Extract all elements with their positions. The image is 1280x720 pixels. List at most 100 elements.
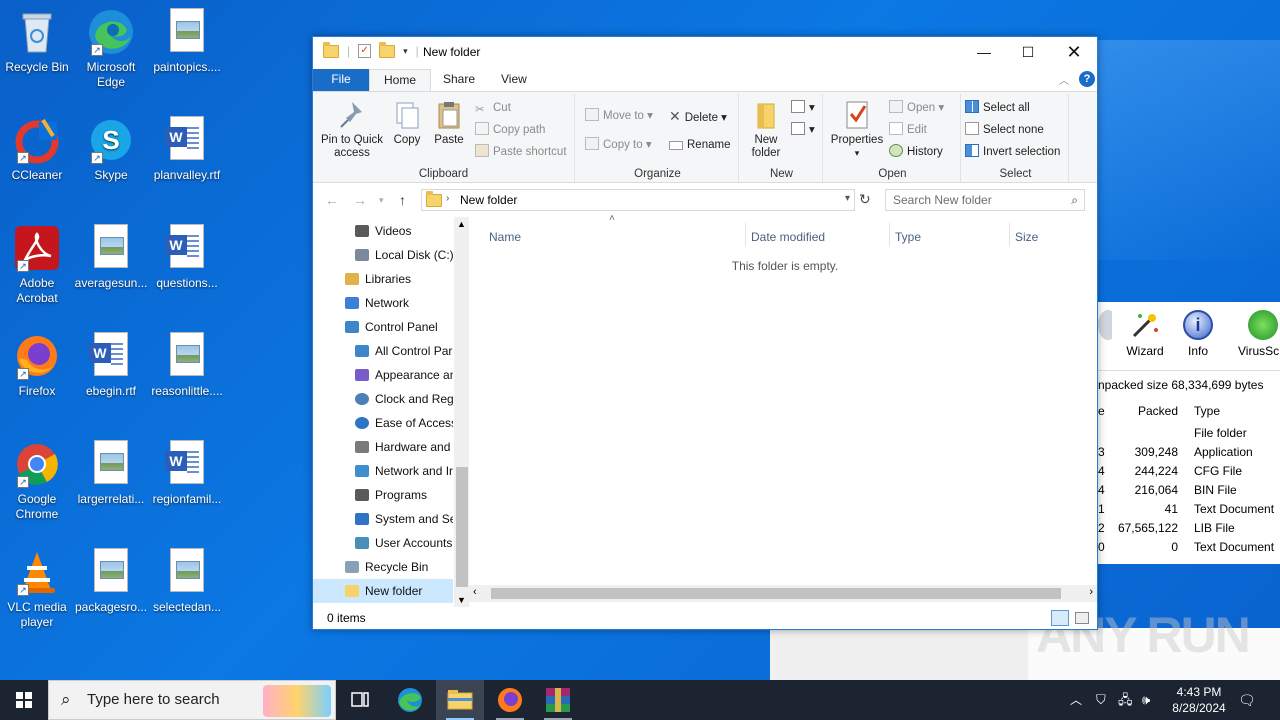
tab-share[interactable]: Share [429,69,489,91]
properties-quick-icon[interactable]: ✓ [358,44,372,58]
address-history-chevron-icon[interactable]: ▾ [845,193,850,204]
tab-file[interactable]: File [313,69,369,91]
back-arrow-icon[interactable]: ← [325,192,339,208]
desktop-icon-acrobat[interactable]: ↗ Adobe Acrobat [0,224,74,306]
nav-item-all-control-panel[interactable]: All Control Par [313,339,453,363]
column-header-name[interactable]: Name [489,225,521,249]
taskbar-edge[interactable] [386,680,434,720]
nav-vertical-scrollbar[interactable]: ▲ ▼ [454,217,470,607]
nav-item-ease-of-access[interactable]: Ease of Access [313,411,453,435]
nav-item-network-internet[interactable]: Network and Ir [313,459,453,483]
desktop-icon-selectedan[interactable]: selectedan... [150,548,224,615]
recent-locations-chevron-icon[interactable]: ▾ [379,195,384,206]
table-row[interactable]: 1 41 Text Document [1098,500,1280,519]
desktop-icon-edge[interactable]: ↗ Microsoft Edge [74,8,148,90]
desktop-icon-packagesro[interactable]: packagesro... [74,548,148,615]
nav-item-network[interactable]: Network [313,291,453,315]
table-row[interactable]: 4 244,224 CFG File [1098,462,1280,481]
taskbar-file-explorer[interactable] [436,680,484,720]
maximize-button[interactable]: ☐ [1005,37,1051,67]
file-list[interactable]: ˄ Name Date modified Type Size This fold… [469,213,1097,607]
new-item-button[interactable]: ▾ [791,98,815,118]
new-folder-button[interactable]: New folder [745,98,787,160]
paste-button[interactable]: Paste [429,98,469,147]
copy-path-button[interactable]: Copy path [475,120,545,140]
properties-dropdown-icon[interactable]: ▾ [829,147,885,160]
title-bar[interactable]: | ✓ ▾ | New folder — ☐ ✕ [313,37,1097,67]
properties-button[interactable]: Properties ▾ [829,98,885,160]
nav-item-programs[interactable]: Programs [313,483,453,507]
cut-button[interactable]: ✂ Cut [475,98,511,118]
desktop-icon-vlc[interactable]: ↗ VLC media player [0,548,74,630]
minimize-button[interactable]: — [961,37,1007,67]
start-button[interactable] [0,680,48,720]
desktop-icon-regionfamil[interactable]: W regionfamil... [150,440,224,507]
breadcrumb-current[interactable]: New folder [460,193,517,207]
horizontal-scroll-thumb[interactable] [491,588,1061,599]
task-view-button[interactable] [336,680,384,720]
table-row[interactable]: 2 67,565,122 LIB File [1098,519,1280,538]
table-row[interactable]: 0 0 Text Document [1098,538,1280,557]
invert-selection-button[interactable]: Invert selection [965,142,1060,162]
desktop-icon-ccleaner[interactable]: ↗ CCleaner [0,116,74,183]
nav-item-videos[interactable]: Videos [313,219,453,243]
address-field[interactable]: › New folder ▾ [421,189,855,211]
column-header-type[interactable]: Type [895,225,921,249]
desktop-icon-questions[interactable]: W questions... [150,224,224,291]
volume-tray-icon[interactable]: 🕪 [1142,680,1150,720]
horizontal-scrollbar[interactable]: ‹ › [469,585,1097,602]
copy-to-button[interactable]: Copy to ▾ [585,135,652,155]
table-row[interactable]: File folder [1098,424,1280,443]
taskbar-firefox[interactable] [486,680,534,720]
notifications-icon[interactable]: 🗨 [1238,680,1256,720]
breadcrumb-chevron-icon[interactable]: › [446,193,449,204]
open-button[interactable]: Open ▾ [889,98,944,118]
defender-tray-icon[interactable]: ⛉ [1096,680,1106,720]
move-to-button[interactable]: Move to ▾ [585,106,653,126]
copy-button[interactable]: Copy [389,98,425,147]
close-button[interactable]: ✕ [1051,37,1097,67]
nav-scroll-thumb[interactable] [456,467,468,587]
tab-view[interactable]: View [487,69,541,91]
nav-item-hardware[interactable]: Hardware and [313,435,453,459]
nav-item-libraries[interactable]: Libraries [313,267,453,291]
rename-button[interactable]: Rename [669,135,730,155]
network-tray-icon[interactable]: 🖧 [1118,680,1133,720]
nav-item-appearance[interactable]: Appearance an [313,363,453,387]
easy-access-button[interactable]: ▾ [791,120,815,140]
taskbar-winrar[interactable] [534,680,582,720]
paste-shortcut-button[interactable]: Paste shortcut [475,142,567,162]
wizard-button[interactable]: Wizard [1120,310,1170,358]
details-view-icon[interactable] [1051,610,1069,626]
info-button[interactable]: i Info [1176,310,1220,358]
column-header-packed[interactable]: Packed [1138,402,1178,421]
scroll-right-icon[interactable]: › [1089,586,1093,598]
column-header-date[interactable]: Date modified [751,225,825,249]
search-input[interactable]: Search New folder ⌕ [885,189,1085,211]
desktop-icon-skype[interactable]: S ↗ Skype [74,116,148,183]
large-icons-view-icon[interactable] [1075,612,1089,624]
desktop-icon-firefox[interactable]: ↗ Firefox [0,332,74,399]
toolbar-partial-button[interactable] [1098,310,1112,344]
tab-home[interactable]: Home [369,69,432,91]
desktop-icon-paintopics[interactable]: paintopics.... [150,8,224,75]
column-header-size[interactable]: Size [1015,225,1038,249]
help-icon[interactable]: ? [1079,71,1095,87]
nav-item-system-security[interactable]: System and Sec [313,507,453,531]
desktop-icon-chrome[interactable]: ↗ Google Chrome [0,440,74,522]
scroll-up-icon[interactable]: ▲ [457,219,466,229]
nav-item-user-accounts[interactable]: User Accounts [313,531,453,555]
history-button[interactable]: History [889,142,943,162]
scroll-down-icon[interactable]: ▼ [457,595,466,605]
column-header-partial[interactable]: e [1098,402,1105,421]
select-none-button[interactable]: Select none [965,120,1044,140]
desktop-icon-reasonlittle[interactable]: reasonlittle.... [150,332,224,399]
nav-item-recycle-bin[interactable]: Recycle Bin [313,555,453,579]
nav-item-clock-region[interactable]: Clock and Regi [313,387,453,411]
collapse-ribbon-icon[interactable]: ︿ [1059,72,1069,87]
desktop-icon-largerrelati[interactable]: largerrelati... [74,440,148,507]
desktop-icon-recycle-bin[interactable]: Recycle Bin [0,8,74,75]
refresh-icon[interactable]: ↻ [859,191,871,208]
desktop-icon-ebegin[interactable]: W ebegin.rtf [74,332,148,399]
virusscan-button[interactable]: VirusSc [1234,310,1280,358]
